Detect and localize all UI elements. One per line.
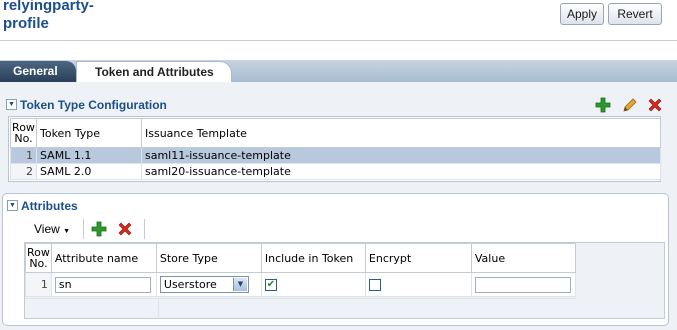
attributes-toolbar: View ▼ <box>24 217 164 241</box>
row-no-header: Row No. <box>25 243 52 273</box>
empty-row-area <box>25 298 576 319</box>
encrypt-column-header[interactable]: Encrypt <box>364 243 472 273</box>
attributes-header: ▼ Attributes <box>1 197 301 215</box>
token-type-toolbar <box>594 96 666 114</box>
collapse-chevron-icon[interactable]: ▼ <box>6 99 17 111</box>
attributes-table-panel: Row No. Attribute name Store Type Includ… <box>24 242 665 319</box>
collapse-chevron-icon[interactable]: ▼ <box>7 200 18 212</box>
toolbar-divider <box>144 219 145 239</box>
tab-general[interactable]: General <box>0 61 76 82</box>
column-divider <box>158 299 159 319</box>
token-type-column-header[interactable]: Token Type <box>36 118 142 148</box>
select-arrow-icon: ▼ <box>232 278 247 291</box>
toolbar-divider <box>83 219 84 239</box>
view-menu[interactable]: View ▼ <box>34 222 70 236</box>
delete-icon[interactable] <box>647 97 663 113</box>
table-row[interactable]: 1 sn Userstore ▼ ✔ <box>25 272 577 297</box>
attributes-table: Row No. Attribute name Store Type Includ… <box>25 243 577 297</box>
revert-button[interactable]: Revert <box>608 3 662 25</box>
value-input[interactable] <box>474 276 571 293</box>
token-type-cell: SAML 1.1 <box>36 147 142 164</box>
attribute-name-column-header[interactable]: Attribute name <box>50 243 157 273</box>
issuance-template-cell: saml11-issuance-template <box>141 147 661 164</box>
delete-icon[interactable] <box>117 221 133 237</box>
tab-token-and-attributes[interactable]: Token and Attributes <box>76 61 232 82</box>
issuance-template-cell: saml20-issuance-template <box>141 163 661 180</box>
token-type-table: Row No. Token Type Issuance Template 1 S… <box>10 118 661 180</box>
apply-button[interactable]: Apply <box>560 3 604 25</box>
edit-icon[interactable] <box>621 97 637 113</box>
token-type-config-header: ▼ Token Type Configuration <box>0 96 677 114</box>
value-column-header[interactable]: Value <box>470 243 577 273</box>
encrypt-checkbox[interactable] <box>368 278 381 291</box>
store-type-select[interactable]: Userstore ▼ <box>159 276 249 293</box>
view-menu-label: View <box>34 222 60 236</box>
dropdown-arrow-icon: ▼ <box>63 228 71 235</box>
table-row[interactable]: 2 SAML 2.0 saml20-issuance-template <box>10 163 661 180</box>
row-number: 1 <box>25 272 52 297</box>
store-type-column-header[interactable]: Store Type <box>155 243 262 273</box>
token-type-cell: SAML 2.0 <box>36 163 142 180</box>
token-type-table-panel: Row No. Token Type Issuance Template 1 S… <box>8 116 661 182</box>
include-in-token-column-header[interactable]: Include in Token <box>260 243 366 273</box>
attribute-name-input[interactable]: sn <box>54 276 151 293</box>
attributes-title: Attributes <box>21 199 78 213</box>
store-type-value: Userstore <box>163 278 217 291</box>
row-number: 2 <box>10 163 37 180</box>
add-icon[interactable] <box>595 97 611 113</box>
checkmark-icon: ✔ <box>266 278 276 290</box>
issuance-template-column-header[interactable]: Issuance Template <box>141 118 661 148</box>
include-in-token-checkbox[interactable]: ✔ <box>264 278 277 291</box>
header-divider <box>0 40 677 41</box>
row-number: 1 <box>10 147 37 164</box>
table-row[interactable]: 1 SAML 1.1 saml11-issuance-template <box>10 147 661 164</box>
token-type-config-title: Token Type Configuration <box>20 98 167 112</box>
page-title: relyingparty-profile <box>3 0 94 32</box>
add-icon[interactable] <box>91 221 107 237</box>
row-no-header: Row No. <box>10 118 37 148</box>
